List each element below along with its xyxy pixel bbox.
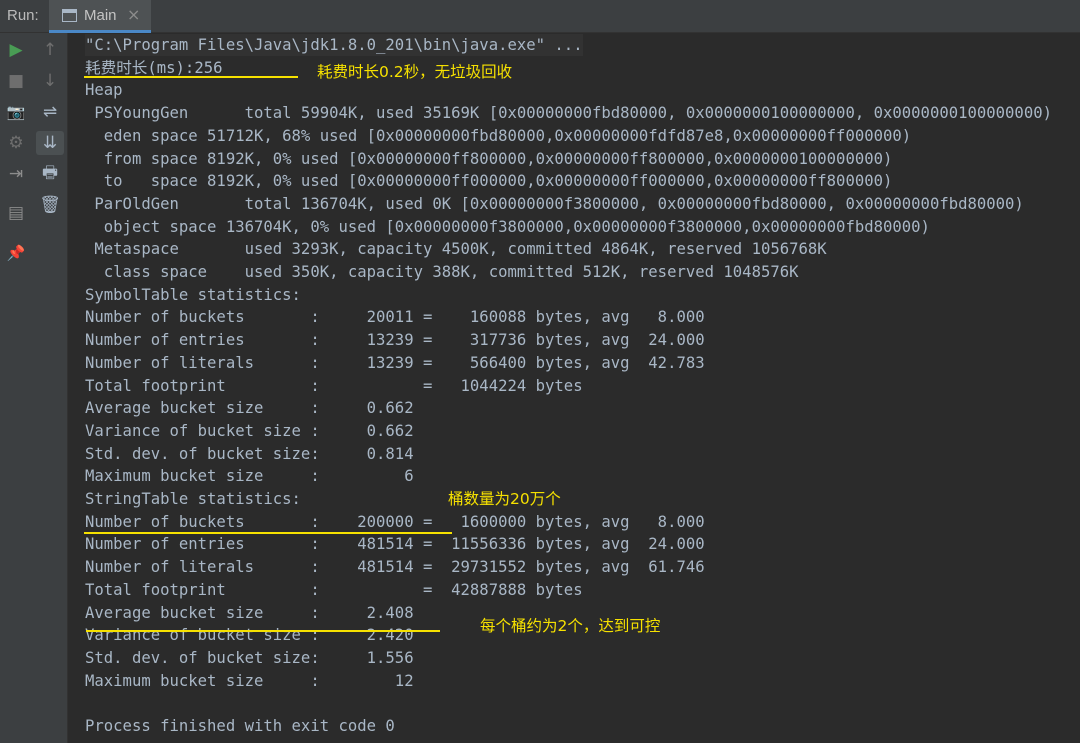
console-window-icon [62, 9, 77, 22]
console-line: Maximum bucket size : 6 [85, 467, 414, 486]
console-line: "C:\Program Files\Java\jdk1.8.0_201\bin\… [85, 34, 583, 56]
run-toolbar-left: ▶ ■ 📷 ⚙ ⇥ ▤ 📌 [0, 33, 32, 743]
close-icon[interactable]: × [127, 5, 140, 24]
buckets-annotation: 桶数量为20万个 [448, 490, 561, 508]
console-line: Number of entries : 13239 = 317736 bytes… [85, 331, 705, 350]
layout-icon[interactable]: ▤ [2, 201, 30, 225]
console-line: Std. dev. of bucket size: 0.814 [85, 444, 414, 463]
console-line: Average bucket size : 0.662 [85, 399, 414, 418]
print-icon[interactable]: 🖶 [36, 162, 64, 186]
highlight-underline [84, 76, 298, 78]
console-line: ParOldGen total 136704K, used 0K [0x0000… [85, 194, 1024, 213]
console-line: eden space 51712K, 68% used [0x00000000f… [85, 126, 912, 145]
camera-icon[interactable]: 📷 [2, 100, 30, 124]
console-line: Number of buckets : 20011 = 160088 bytes… [85, 308, 705, 327]
highlight-underline [86, 630, 440, 632]
soft-wrap-icon[interactable]: ⇌ [36, 100, 64, 124]
down-arrow-icon[interactable]: ↓ [36, 69, 64, 93]
console-line: to space 8192K, 0% used [0x00000000ff000… [85, 172, 893, 191]
console-line: Variance of bucket size : 0.662 [85, 421, 414, 440]
console-toolbar: ↑ ↓ ⇌ ⇊ 🖶 🗑 [32, 33, 68, 743]
console-line: StringTable statistics: [85, 490, 301, 508]
run-toolbar-header: Run: Main × [0, 0, 1080, 33]
console-line: Number of buckets : 200000 = 1600000 byt… [85, 512, 705, 531]
time-annotation: 耗费时长0.2秒，无垃圾回收 [317, 63, 513, 81]
tab-title: Main [84, 7, 117, 24]
console-line: Total footprint : = 42887888 bytes [85, 580, 583, 599]
console-line: Average bucket size : 2.408 [85, 603, 414, 622]
console-line: class space used 350K, capacity 388K, co… [85, 263, 799, 281]
console-line: Number of literals : 481514 = 29731552 b… [85, 558, 705, 577]
console-line: Number of entries : 481514 = 11556336 by… [85, 535, 705, 554]
console-line: Heap [85, 81, 123, 100]
console-line: from space 8192K, 0% used [0x00000000ff8… [85, 149, 893, 168]
console-line: Number of literals : 13239 = 566400 byte… [85, 353, 705, 372]
console-line: PSYoungGen total 59904K, used 35169K [0x… [85, 104, 1052, 123]
console-line: Process finished with exit code 0 [85, 717, 395, 735]
up-arrow-icon[interactable]: ↑ [36, 38, 64, 62]
exit-icon[interactable]: ⇥ [2, 162, 30, 186]
pin-icon[interactable]: 📌 [2, 241, 30, 265]
rerun-icon[interactable]: ▶ [2, 38, 30, 62]
highlight-underline [84, 532, 452, 534]
trash-icon[interactable]: 🗑 [36, 193, 64, 217]
stop-icon[interactable]: ■ [2, 69, 30, 93]
console-line: Variance of bucket size : 2.420 [85, 626, 414, 645]
console-line: Total footprint : = 1044224 bytes [85, 376, 583, 395]
console-line: SymbolTable statistics: [85, 285, 301, 304]
console-line: Maximum bucket size : 12 [85, 671, 414, 690]
console-line: Metaspace used 3293K, capacity 4500K, co… [85, 240, 827, 259]
settings-icon[interactable]: ⚙ [2, 131, 30, 155]
tab-main[interactable]: Main × [49, 0, 151, 33]
run-label: Run: [7, 7, 39, 24]
scroll-to-end-icon[interactable]: ⇊ [36, 131, 64, 155]
avg-annotation: 每个桶约为2个，达到可控 [480, 617, 661, 635]
console-line: Std. dev. of bucket size: 1.556 [85, 648, 414, 667]
console-line: object space 136704K, 0% used [0x0000000… [85, 217, 930, 236]
